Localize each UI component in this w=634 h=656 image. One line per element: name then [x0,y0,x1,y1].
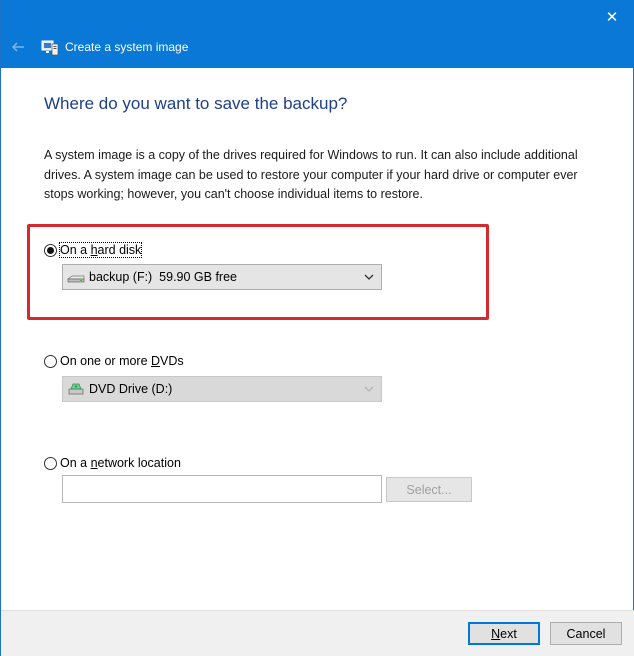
radio-button-network[interactable] [44,456,57,470]
radio-hard-disk[interactable]: On a hard disk [44,242,143,258]
page-description: A system image is a copy of the drives r… [44,148,578,201]
window-title: Create a system image [65,40,189,54]
hard-disk-selected-value: backup (F:) 59.90 GB free [89,270,237,284]
next-button-label: Next [491,626,517,641]
system-image-icon [41,40,59,56]
back-arrow-icon [11,42,24,52]
radio-button-dvd[interactable] [44,354,57,368]
back-button[interactable] [9,38,27,56]
footer-bar: Next Cancel [1,610,634,656]
radio-network[interactable]: On a network location [44,456,181,470]
hard-drive-icon [67,275,85,283]
select-network-button[interactable]: Select... [386,477,472,502]
dvd-dropdown[interactable]: DVD Drive (D:) [62,376,382,402]
page-title: Where do you want to save the backup? [44,94,348,113]
network-location-input[interactable] [62,475,382,503]
hard-disk-dropdown[interactable]: backup (F:) 59.90 GB free [62,264,382,290]
radio-dvd[interactable]: On one or more DVDs [44,354,184,368]
chevron-down-icon [364,274,374,280]
dvd-selected-value: DVD Drive (D:) [89,382,173,396]
radio-button-hard-disk[interactable] [44,243,57,257]
dialog-window: ✕ Create a system image Where do you wan… [0,0,634,656]
cancel-button[interactable]: Cancel [550,622,622,645]
dvd-drive-icon [68,383,84,395]
title-bar: ✕ Create a system image [1,0,634,68]
chevron-down-icon [364,386,374,392]
radio-label-hard-disk: On a hard disk [58,242,143,258]
close-icon: ✕ [605,8,619,26]
next-button[interactable]: Next [468,622,540,645]
close-button[interactable]: ✕ [599,6,625,28]
radio-label-dvd: On one or more DVDs [60,354,184,368]
radio-label-network: On a network location [60,456,181,470]
